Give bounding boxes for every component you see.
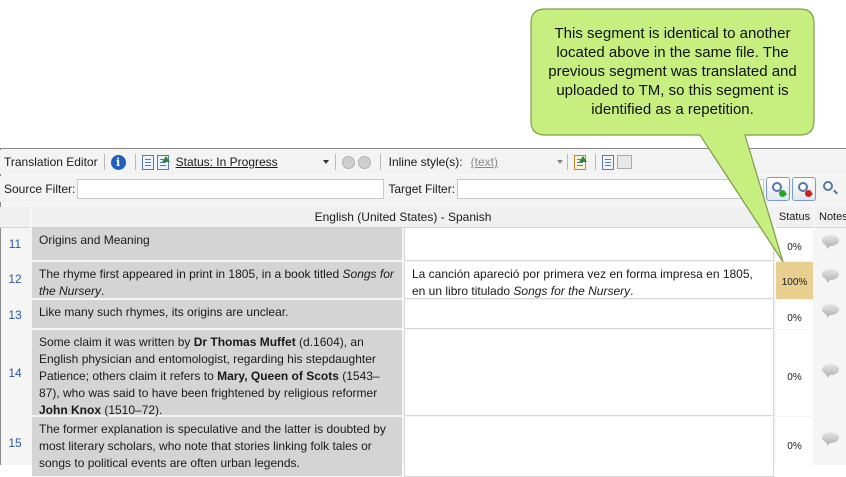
repetition-callout: This segment is identical to another loc…: [548, 25, 797, 118]
